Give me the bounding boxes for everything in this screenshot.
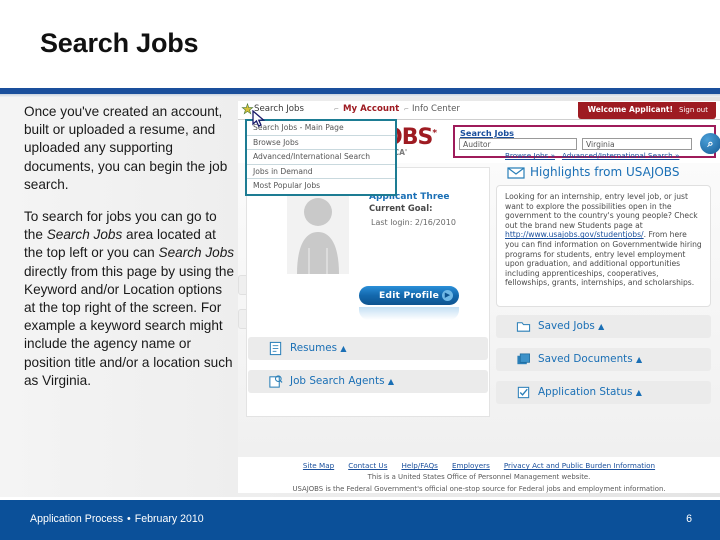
page-title: Search Jobs xyxy=(40,28,199,58)
accordion-saved-jobs-label: Saved Jobs ▲ xyxy=(538,315,604,338)
students-page-link[interactable]: http://www.usajobs.gov/studentjobs/ xyxy=(505,230,644,239)
document-icon xyxy=(269,341,282,356)
browse-jobs-link[interactable]: Browse Jobs » xyxy=(505,151,555,160)
accordion-application-status[interactable]: Application Status ▲ xyxy=(496,381,711,404)
site-footer: Site Map Contact Us Help/FAQs Employers Priv… xyxy=(238,457,720,493)
paragraph-2: To search for jobs you can go to the Sea… xyxy=(24,208,236,390)
p2-emphasis-2: Search Jobs xyxy=(158,245,235,261)
slide-footer-bar: Application Process • February 2010 6 xyxy=(0,500,720,540)
nav-caret-2: ⌐ xyxy=(404,106,410,113)
envelope-icon xyxy=(507,167,525,179)
mouse-cursor-icon xyxy=(252,110,266,127)
footer-link-contact-us[interactable]: Contact Us xyxy=(348,461,387,470)
agent-icon xyxy=(269,375,283,388)
caret-up-icon: ▲ xyxy=(387,377,394,386)
welcome-badge: Welcome Applicant! Sign out xyxy=(577,102,716,119)
dropdown-item-main-page[interactable]: Search Jobs - Main Page xyxy=(247,121,395,136)
last-login-text: Last login: 2/16/2010 xyxy=(371,218,456,227)
keyword-input[interactable]: Auditor xyxy=(459,138,577,150)
footer-link-privacy-act[interactable]: Privacy Act and Public Burden Informatio… xyxy=(504,461,655,470)
footer-separator: • xyxy=(127,513,131,525)
footer-deck-name: Application Process xyxy=(30,513,124,525)
edit-profile-label: Edit Profile xyxy=(378,290,440,301)
search-jobs-panel: Search Jobs Auditor Virginia Browse Jobs… xyxy=(453,125,720,160)
accordion-app-status-label: Application Status ▲ xyxy=(538,381,642,404)
paragraph-1: Once you've created an account, built or… xyxy=(24,104,228,192)
footer-link-employers[interactable]: Employers xyxy=(452,461,490,470)
footer-date: February 2010 xyxy=(134,513,204,525)
welcome-greeting: Welcome Applicant! xyxy=(587,105,674,114)
footer-link-help-faqs[interactable]: Help/FAQs xyxy=(401,461,437,470)
checklist-icon xyxy=(517,386,530,399)
caret-up-icon: ▲ xyxy=(635,355,643,364)
edit-profile-button[interactable]: Edit Profile ▶ xyxy=(359,286,459,305)
resumes-text: Resumes xyxy=(290,342,338,354)
agents-text: Job Search Agents xyxy=(290,375,385,387)
slide-body: Once you've created an account, built or… xyxy=(0,97,720,497)
chevron-right-icon: ▶ xyxy=(442,290,453,301)
usajobs-screenshot: Search Jobs ⌐ My Account ⌐ Info Center W… xyxy=(238,101,720,493)
slide-footer-text: Application Process • February 2010 xyxy=(30,513,204,525)
avatar xyxy=(287,188,349,274)
footer-link-site-map[interactable]: Site Map xyxy=(303,461,334,470)
accordion-saved-jobs[interactable]: Saved Jobs ▲ xyxy=(496,315,711,338)
dropdown-item-browse-jobs[interactable]: Browse Jobs xyxy=(247,136,395,151)
current-goal-label: Current Goal: xyxy=(369,203,433,213)
sign-out-link[interactable]: Sign out xyxy=(679,106,708,114)
folder-icon xyxy=(516,322,531,332)
dropdown-item-advanced-search[interactable]: Advanced/International Search xyxy=(247,150,395,165)
accordion-resumes-label: Resumes ▲ xyxy=(290,337,347,360)
saved-docs-text: Saved Documents xyxy=(538,353,633,365)
documents-icon xyxy=(517,353,530,365)
footer-links: Site Map Contact Us Help/FAQs Employers Priv… xyxy=(238,461,720,470)
advanced-search-link[interactable]: Advanced/International Search » xyxy=(562,151,679,160)
highlights-text-before: Looking for an internship, entry level j… xyxy=(505,192,698,230)
logo-trademark: * xyxy=(432,128,437,139)
app-status-text: Application Status xyxy=(538,386,633,398)
p2-part-c: directly from this page by using the Key… xyxy=(24,263,235,388)
footer-note-2: USAJOBS is the Federal Government's offi… xyxy=(292,485,666,493)
nav-caret-1: ⌐ xyxy=(334,106,340,113)
search-go-button[interactable]: ⌕ xyxy=(700,133,720,154)
dropdown-item-most-popular[interactable]: Most Popular Jobs xyxy=(247,179,395,194)
caret-up-icon: ▲ xyxy=(340,344,347,353)
search-panel-heading: Search Jobs xyxy=(460,128,514,138)
dropdown-item-jobs-in-demand[interactable]: Jobs in Demand xyxy=(247,165,395,180)
saved-jobs-text: Saved Jobs xyxy=(538,320,595,332)
accordion-resumes[interactable]: Resumes ▲ xyxy=(248,337,488,360)
nav-info-center[interactable]: Info Center xyxy=(412,104,460,114)
slide: Search Jobs Once you've created an accou… xyxy=(0,0,720,540)
footer-note-1: This is a United States Office of Person… xyxy=(367,473,591,481)
location-input[interactable]: Virginia xyxy=(582,138,692,150)
search-jobs-dropdown[interactable]: Search Jobs - Main Page Browse Jobs Adva… xyxy=(245,119,397,196)
accordion-agents-label: Job Search Agents ▲ xyxy=(290,370,394,393)
p2-emphasis-1: Search Jobs xyxy=(46,227,123,243)
accordion-saved-docs-label: Saved Documents ▲ xyxy=(538,348,642,371)
highlights-heading: Highlights from USAJOBS xyxy=(530,165,680,179)
edit-profile-reflection xyxy=(359,307,459,320)
slide-page-number: 6 xyxy=(686,513,692,525)
page-main-content: ccount Applicant Three Current Goal: Las… xyxy=(238,163,720,457)
caret-up-icon: ▲ xyxy=(635,388,642,397)
caret-up-icon: ▲ xyxy=(598,322,605,331)
explanatory-text: Once you've created an account, built or… xyxy=(24,103,236,404)
nav-my-account[interactable]: My Account xyxy=(343,104,399,114)
accordion-job-search-agents[interactable]: Job Search Agents ▲ xyxy=(248,370,488,393)
search-panel-links: Browse Jobs » Advanced/International Sear… xyxy=(505,151,686,160)
title-area: Search Jobs xyxy=(0,0,720,88)
accordion-saved-documents[interactable]: Saved Documents ▲ xyxy=(496,348,711,371)
highlights-body: Looking for an internship, entry level j… xyxy=(496,185,711,307)
